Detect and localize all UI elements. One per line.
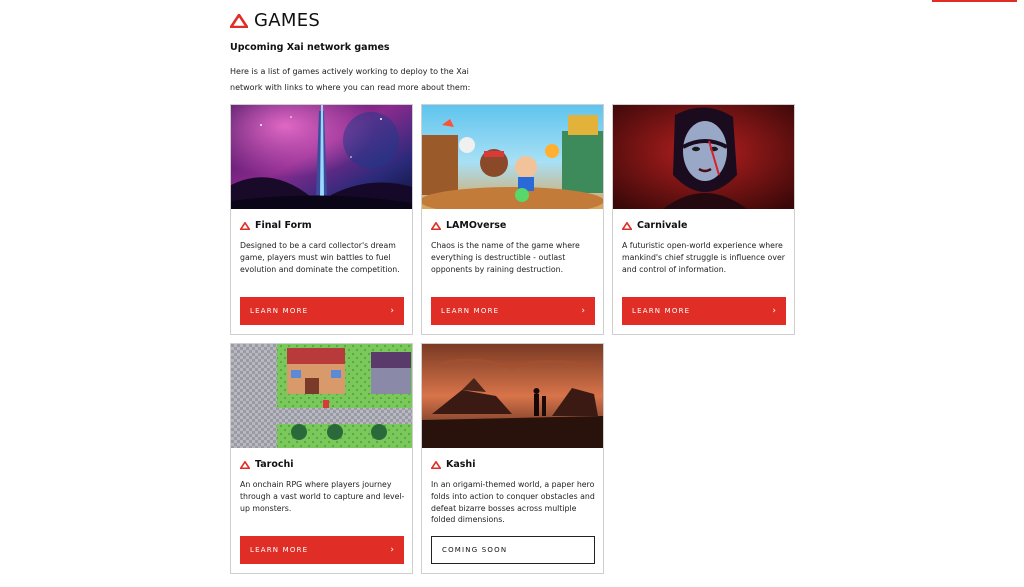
game-card-tarochi: Tarochi An onchain RPG where players jou…: [230, 343, 413, 574]
chevron-right-icon: ›: [390, 544, 394, 555]
page-title: GAMES: [254, 10, 321, 31]
triangle-icon: [240, 460, 250, 469]
card-title: Tarochi: [255, 459, 294, 470]
card-description: In an origami-themed world, a paper hero…: [431, 480, 595, 525]
game-card-final-form: Final Form Designed to be a card collect…: [230, 104, 413, 335]
game-card-kashi: Kashi In an origami-themed world, a pape…: [421, 343, 604, 574]
triangle-icon: [431, 221, 441, 230]
learn-more-button[interactable]: LEARN MORE ›: [240, 297, 404, 325]
game-card-carnivale: Carnivale A futuristic open-world experi…: [612, 104, 795, 335]
card-title: Kashi: [446, 459, 476, 470]
kashi-image: [422, 344, 603, 448]
lamoverse-image: [422, 105, 603, 209]
learn-more-button[interactable]: LEARN MORE ›: [240, 536, 404, 564]
chevron-right-icon: ›: [390, 305, 394, 316]
chevron-right-icon: ›: [581, 305, 585, 316]
card-description: Designed to be a card collector's dream …: [240, 241, 400, 274]
final-form-image: [231, 105, 412, 209]
carnivale-image: [613, 105, 794, 209]
page-header: GAMES: [230, 11, 320, 31]
card-title: LAMOverse: [446, 220, 507, 231]
game-card-lamoverse: LAMOverse Chaos is the name of the game …: [421, 104, 604, 335]
card-description: An onchain RPG where players journey thr…: [240, 480, 405, 513]
card-title: Carnivale: [637, 220, 688, 231]
tarochi-image: [231, 344, 412, 448]
section-intro: Here is a list of games actively working…: [230, 67, 471, 92]
card-title: Final Form: [255, 220, 312, 231]
triangle-icon: [240, 221, 250, 230]
top-accent-bar: [932, 0, 1017, 2]
card-description: A futuristic open-world experience where…: [622, 241, 785, 274]
learn-more-button[interactable]: LEARN MORE ›: [431, 297, 595, 325]
learn-more-button[interactable]: LEARN MORE ›: [622, 297, 786, 325]
card-description: Chaos is the name of the game where ever…: [431, 241, 580, 274]
section-subtitle: Upcoming Xai network games: [230, 42, 390, 53]
triangle-icon: [431, 460, 441, 469]
chevron-right-icon: ›: [772, 305, 776, 316]
triangle-icon: [622, 221, 632, 230]
triangle-logo-icon: [230, 14, 248, 28]
coming-soon-button[interactable]: COMING SOON: [431, 536, 595, 564]
